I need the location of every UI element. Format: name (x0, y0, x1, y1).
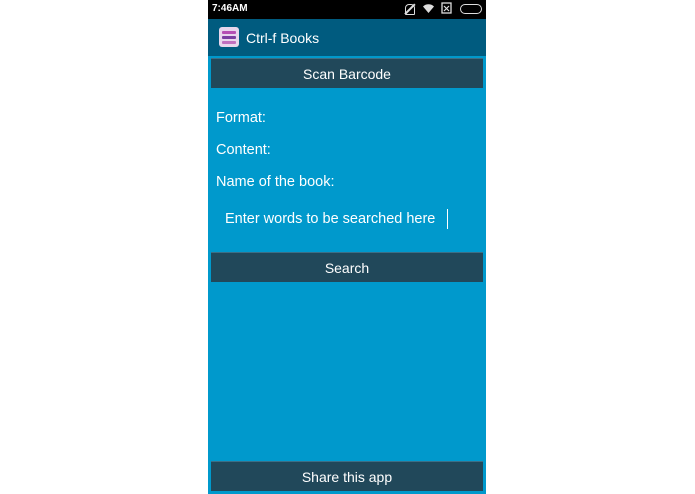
text-caret (447, 209, 448, 229)
mute-icon (403, 2, 416, 15)
sim-icon (441, 2, 454, 15)
status-time: 7:46AM (212, 3, 248, 14)
share-app-button[interactable]: Share this app (211, 461, 483, 491)
status-bar: 7:46AM (208, 0, 486, 19)
book-name-label: Name of the book: (216, 174, 335, 190)
scan-barcode-button[interactable]: Scan Barcode (211, 58, 483, 88)
search-button[interactable]: Search (211, 252, 483, 282)
phone-screen: 7:46AM Ctrl-f Books Scan Barcode Format: (208, 0, 486, 494)
format-label: Format: (216, 110, 266, 126)
wifi-icon (422, 2, 435, 15)
battery-icon (460, 3, 482, 14)
status-icons (403, 2, 482, 15)
content-label: Content: (216, 142, 271, 158)
search-input[interactable]: Enter words to be searched here (225, 211, 435, 227)
app-bar: Ctrl-f Books (208, 19, 486, 56)
app-title: Ctrl-f Books (246, 30, 320, 46)
app-books-icon (219, 27, 239, 47)
